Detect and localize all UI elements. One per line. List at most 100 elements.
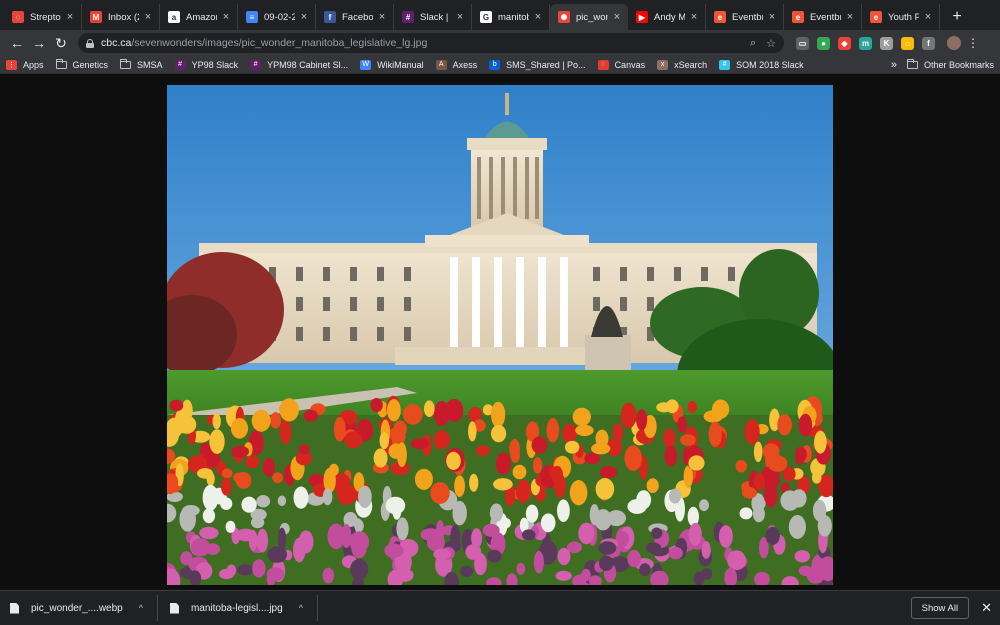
folder-icon [55,58,67,69]
bookmark-label: SOM 2018 Slack [736,59,804,70]
bookmark-item[interactable]: SMSA [120,58,163,70]
bookmark-item[interactable]: W WikiManual [360,59,424,70]
lock-icon [86,38,94,48]
browser-tab[interactable]: a Amazon × [160,4,238,30]
browser-tab[interactable]: ✺ pic_won × [550,4,628,30]
browser-toolbar: ← → ↻ cbc.ca/sevenwonders/images/pic_won… [0,30,1000,56]
forward-button[interactable]: → [28,32,50,54]
slack-favicon: # [402,11,414,23]
folder-icon [120,58,132,69]
facebook-favicon: f [324,11,336,23]
close-tab-icon[interactable]: × [533,11,543,23]
gmail-favicon: M [90,11,102,23]
url-text[interactable]: cbc.ca/sevenwonders/images/pic_wonder_ma… [101,37,740,49]
tab-title: manitob [498,11,529,23]
bookmark-item[interactable]: ◌ Canvas [597,59,645,70]
extensions-area: ▭ ● ◆ m K ⌂ f [792,36,939,50]
bookmark-label: xSearch [674,59,708,70]
slack-icon: # [174,59,186,70]
download-item[interactable]: pic_wonder_....webp ^ [10,595,158,621]
browser-menu-icon[interactable]: ⋮ [967,36,979,50]
back-button[interactable]: ← [6,32,28,54]
browser-tab[interactable]: e Youth Pe × [862,4,940,30]
bookmark-label: Apps [23,59,44,70]
bookmark-item[interactable]: # YP98 Slack [174,59,239,70]
other-bookmarks[interactable]: Other Bookmarks [906,58,994,70]
extension-icon[interactable]: m [859,36,872,50]
browser-tab[interactable]: M Inbox (2 × [82,4,160,30]
tab-title: 09-02-2 [264,11,295,23]
bookmark-label: SMSA [137,59,163,70]
bookmark-item[interactable]: ⋮ Apps [6,59,44,70]
address-bar[interactable]: cbc.ca/sevenwonders/images/pic_wonder_ma… [78,33,784,53]
tab-title: Youth Pe [888,11,919,23]
download-item[interactable]: manitoba-legisl....jpg ^ [169,595,318,621]
close-tab-icon[interactable]: × [612,11,622,23]
close-tab-icon[interactable]: × [299,11,309,23]
bookmark-item[interactable]: x xSearch [657,59,708,70]
eventbrite-favicon: e [792,11,804,23]
legislative-building-photo [167,85,833,585]
browser-tab[interactable]: ▶ Andy Ma × [628,4,706,30]
browser-tab[interactable]: e Eventbri × [784,4,862,30]
close-tab-icon[interactable]: × [65,11,75,23]
bookmark-item[interactable]: # SOM 2018 Slack [719,59,804,70]
apps-grid-icon: ⋮ [6,59,17,70]
close-downloads-bar-icon[interactable]: ✕ [981,600,992,616]
bookmark-item[interactable]: A Axess [435,59,477,70]
tab-title: Slack | [420,11,449,23]
browser-tab[interactable]: ◌ Streptoc × [4,4,82,30]
tab-title: Streptoc [30,11,61,23]
eventbrite-favicon: e [714,11,726,23]
image-viewer [0,75,1000,590]
bookmark-label: YPM98 Cabinet Sl... [267,59,349,70]
close-tab-icon[interactable]: × [143,11,153,23]
browser-tab[interactable]: Gmanitob × [472,4,550,30]
streptoc-favicon: ◌ [12,11,24,23]
extension-icon[interactable]: ⌂ [901,36,914,50]
close-tab-icon[interactable]: × [689,11,699,23]
bookmark-item[interactable]: Genetics [55,58,109,70]
close-tab-icon[interactable]: × [845,11,855,23]
bookmark-star-icon[interactable]: ☆ [766,37,776,50]
browser-tab[interactable]: ≡ 09-02-2 × [238,4,316,30]
tab-title: Eventbri [810,11,841,23]
extension-icon[interactable]: ◆ [838,36,851,50]
tab-strip: ◌ Streptoc × M Inbox (2 × a Amazon × ≡ 09-02-2 × f Fa… [0,0,1000,30]
new-tab-button[interactable]: + [946,6,968,28]
extension-icon[interactable]: f [922,36,935,50]
close-tab-icon[interactable]: × [923,11,933,23]
show-all-downloads-button[interactable]: Show All [910,597,970,619]
profile-avatar[interactable] [947,36,961,50]
chevron-up-icon[interactable]: ^ [299,603,303,613]
google-docs-favicon: ≡ [246,11,258,23]
url-path: /sevenwonders/images/pic_wonder_manitoba… [131,37,428,49]
chevron-up-icon[interactable]: ^ [139,603,143,613]
reload-button[interactable]: ↻ [50,32,72,54]
bookmark-item[interactable]: b SMS_Shared | Po... [489,59,586,70]
url-host: cbc.ca [101,37,132,49]
zoom-icon[interactable]: ⌕ [750,37,756,50]
browser-tab[interactable]: f Faceboo × [316,4,394,30]
browser-tab[interactable]: e Eventbri × [706,4,784,30]
browser-tab[interactable]: # Slack | × [394,4,472,30]
slack-icon: # [719,59,731,70]
close-tab-icon[interactable]: × [377,11,387,23]
bookmark-item[interactable]: # YPM98 Cabinet Sl... [250,59,349,70]
extension-icon[interactable]: ▭ [796,36,809,50]
file-icon [10,602,19,614]
bookmark-label: WikiManual [377,59,424,70]
bookmark-label: Genetics [72,59,109,70]
google-favicon: G [480,11,492,23]
close-tab-icon[interactable]: × [221,11,231,23]
bookmarks-overflow-icon[interactable]: » [891,59,897,71]
close-tab-icon[interactable]: × [455,11,465,23]
bookmark-label: YP98 Slack [191,59,239,70]
extension-icon[interactable]: K [880,36,893,50]
tab-title: Amazon [186,11,217,23]
tab-title: pic_won [576,11,608,23]
youtube-favicon: ▶ [636,11,648,23]
downloads-bar: pic_wonder_....webp ^ manitoba-legisl....j… [0,590,1000,625]
close-tab-icon[interactable]: × [767,11,777,23]
extension-icon[interactable]: ● [817,36,830,50]
